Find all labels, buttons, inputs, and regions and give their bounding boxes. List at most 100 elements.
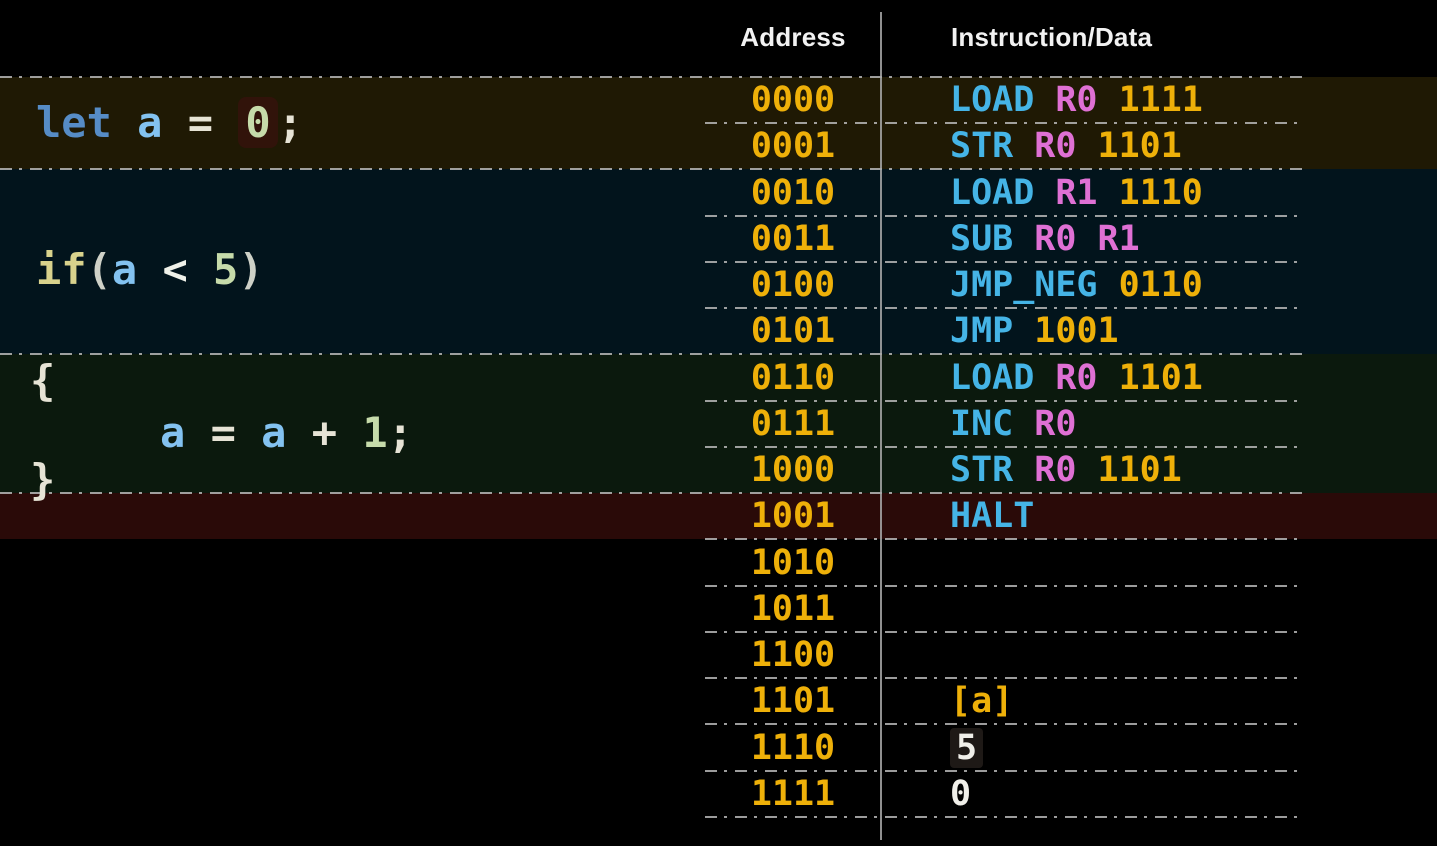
token-punct: + (286, 408, 362, 457)
memory-address: 1011 (705, 589, 881, 629)
token-lit: 5 (213, 245, 238, 294)
token-paren: ( (87, 245, 112, 294)
memory-row: 0111INC R0 (705, 401, 1430, 447)
token-op: LOAD (950, 358, 1055, 398)
token-op: LOAD (950, 80, 1055, 120)
memory-address: 0101 (705, 311, 881, 351)
token-op: JMP_NEG (950, 265, 1119, 305)
memory-address: 1000 (705, 450, 881, 490)
column-header-instruction: Instruction/Data (951, 22, 1152, 53)
token-var: a (261, 408, 286, 457)
token-punct: ; (388, 408, 413, 457)
memory-instruction: INC R0 (881, 404, 1430, 444)
token-num: 1111 (1119, 80, 1203, 120)
code-to-memory-diagram: Address Instruction/Data 0000LOAD R0 111… (0, 0, 1437, 846)
token-reg: R0 (1034, 404, 1076, 444)
token-num: 1101 (1098, 450, 1182, 490)
memory-address: 0001 (705, 126, 881, 166)
memory-instruction: JMP 1001 (881, 311, 1430, 351)
memory-instruction: SUB R0 R1 (881, 219, 1430, 259)
memory-address: 1010 (705, 543, 881, 583)
token-reg: R0 (1034, 219, 1097, 259)
memory-instruction: LOAD R0 1111 (881, 80, 1430, 120)
code-close-brace: } (30, 456, 55, 504)
memory-row: 1111 0 (705, 771, 1430, 817)
token-op: LOAD (950, 173, 1055, 213)
memory-row: 0100JMP_NEG 0110 (705, 262, 1430, 308)
token-paren: ) (238, 245, 263, 294)
memory-instruction: 0 (881, 774, 1430, 814)
token-reg: R0 (1055, 80, 1118, 120)
token-reg: R0 (1034, 450, 1097, 490)
token-var: a (137, 98, 162, 147)
code-line-let: let a = 0; (36, 99, 303, 147)
token-punct: } (30, 455, 55, 504)
token-op: SUB (950, 219, 1034, 259)
memory-row: 1001 HALT (705, 493, 1430, 539)
token-punct (112, 98, 137, 147)
memory-instruction: JMP_NEG 0110 (881, 265, 1430, 305)
memory-row: 1101 [a] (705, 678, 1430, 724)
token-reg: R1 (1098, 219, 1140, 259)
token-num: 1001 (1034, 311, 1118, 351)
memory-address: 0100 (705, 265, 881, 305)
memory-address: 0110 (705, 358, 881, 398)
memory-address: 0111 (705, 404, 881, 444)
token-val-hl: 5 (950, 728, 983, 768)
token-var: a (112, 245, 137, 294)
memory-instruction: LOAD R0 1101 (881, 358, 1430, 398)
token-var: a (160, 408, 185, 457)
memory-address: 1101 (705, 681, 881, 721)
token-reg: R1 (1055, 173, 1118, 213)
token-punct: = (185, 408, 261, 457)
memory-instruction: HALT (881, 496, 1430, 536)
token-op: STR (950, 450, 1034, 490)
token-opr: < (137, 245, 213, 294)
token-op: JMP (950, 311, 1034, 351)
memory-row: 0011SUB R0 R1 (705, 216, 1430, 262)
token-num: 0110 (1119, 265, 1203, 305)
column-header-address: Address (705, 22, 881, 53)
token-punct (213, 98, 238, 147)
token-op: STR (950, 126, 1034, 166)
memory-address: 1110 (705, 728, 881, 768)
token-num: 1101 (1119, 358, 1203, 398)
memory-instruction: LOAD R1 1110 (881, 173, 1430, 213)
token-lit: 1 (362, 408, 387, 457)
memory-address: 1100 (705, 635, 881, 675)
memory-row: 0110LOAD R0 1101 (705, 355, 1430, 401)
token-kw-yellow: if (36, 245, 87, 294)
token-punct: { (30, 356, 55, 405)
memory-instruction: 5 (881, 728, 1430, 768)
memory-row: 0010LOAD R1 1110 (705, 170, 1430, 216)
memory-instruction: [a] (881, 681, 1430, 721)
token-reg: R0 (1055, 358, 1118, 398)
token-op: INC (950, 404, 1034, 444)
memory-row: 1110 5 (705, 725, 1430, 771)
token-val: 0 (950, 774, 971, 814)
memory-address: 0011 (705, 219, 881, 259)
code-line-if: if(a < 5) (36, 246, 264, 294)
memory-row: 1000STR R0 1101 (705, 447, 1430, 493)
memory-row: 0000LOAD R0 1111 (705, 77, 1430, 123)
code-line-increment: a = a + 1; (160, 409, 413, 457)
memory-address: 1001 (705, 496, 881, 536)
code-open-brace: { (30, 357, 55, 405)
memory-row: 0101JMP 1001 (705, 308, 1430, 354)
memory-row: 1100 (705, 632, 1430, 678)
token-op: HALT (950, 496, 1034, 536)
token-mem: [a] (950, 681, 1013, 721)
token-punct: = (188, 98, 213, 147)
token-reg: R0 (1034, 126, 1097, 166)
memory-row: 0001 STR R0 1101 (705, 123, 1430, 169)
token-punct: ; (278, 98, 303, 147)
memory-instruction: STR R0 1101 (881, 450, 1430, 490)
memory-address: 1111 (705, 774, 881, 814)
token-lit-hl: 0 (238, 97, 277, 148)
memory-address: 0000 (705, 80, 881, 120)
memory-address: 0010 (705, 173, 881, 213)
token-punct (162, 98, 187, 147)
memory-table: 0000LOAD R0 11110001STR R0 11010010LOAD … (705, 77, 1430, 817)
token-num: 1101 (1098, 126, 1182, 166)
token-kw-blue: let (36, 98, 112, 147)
